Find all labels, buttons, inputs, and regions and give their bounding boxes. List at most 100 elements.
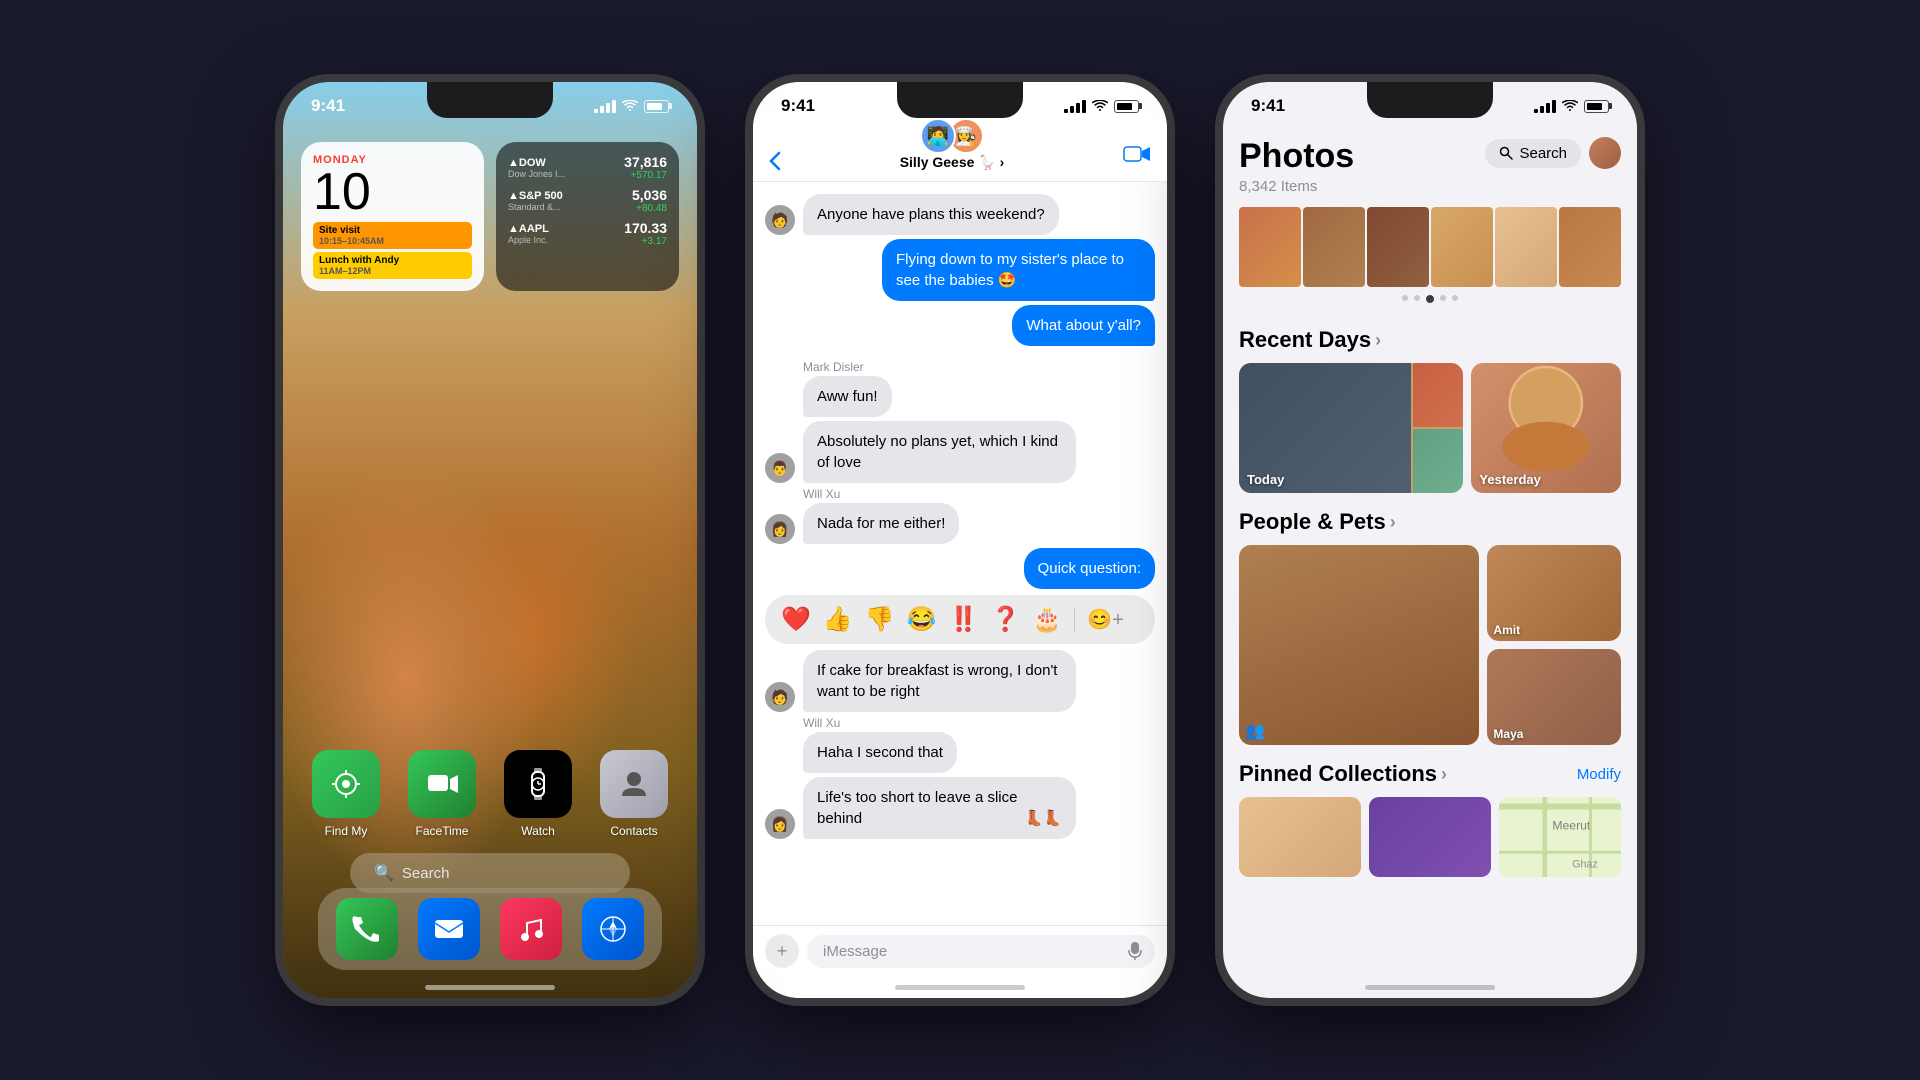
message-bubble: Absolutely no plans yet, which I kind of… bbox=[803, 421, 1076, 483]
calendar-event2: Lunch with Andy 11AM–12PM bbox=[313, 252, 472, 279]
app-contacts[interactable]: Contacts bbox=[600, 750, 668, 838]
page-dot bbox=[1414, 295, 1420, 301]
message-bubble: If cake for breakfast is wrong, I don't … bbox=[803, 650, 1076, 712]
reaction-haha[interactable]: 😂 bbox=[907, 605, 937, 634]
pinned-title[interactable]: Pinned Collections › bbox=[1239, 761, 1447, 787]
status-icons bbox=[594, 100, 669, 113]
pinned-modify-button[interactable]: Modify bbox=[1577, 766, 1621, 783]
pinned-header: Pinned Collections › Modify bbox=[1239, 761, 1621, 787]
sender-avatar: 👩 bbox=[765, 514, 795, 544]
photo-thumb[interactable] bbox=[1431, 207, 1493, 287]
contacts-icon bbox=[600, 750, 668, 818]
message-row: 🧑 If cake for breakfast is wrong, I don'… bbox=[753, 650, 1167, 712]
dock-safari[interactable] bbox=[582, 898, 644, 960]
message-bubble: Flying down to my sister's place to see … bbox=[882, 239, 1155, 301]
reaction-question[interactable]: ❓ bbox=[990, 605, 1020, 634]
person-maya[interactable]: Maya bbox=[1487, 649, 1621, 745]
wifi-icon bbox=[1092, 100, 1108, 112]
search-icon bbox=[1499, 146, 1513, 160]
sender-avatar: 👨 bbox=[765, 453, 795, 483]
findmy-icon bbox=[312, 750, 380, 818]
reaction-exclamation[interactable]: ‼️ bbox=[949, 605, 979, 634]
page-dot-active bbox=[1426, 295, 1434, 303]
message-row: Quick question: bbox=[753, 548, 1167, 589]
home-search[interactable]: 🔍 Search bbox=[283, 853, 697, 893]
message-bubble: Nada for me either! bbox=[803, 503, 959, 544]
app-facetime[interactable]: FaceTime bbox=[408, 750, 476, 838]
pinned-item[interactable] bbox=[1369, 797, 1491, 877]
search-label: Search bbox=[402, 865, 450, 882]
app-watch[interactable]: Watch bbox=[504, 750, 572, 838]
sender-avatar: 👩 bbox=[765, 809, 795, 839]
video-call-button[interactable] bbox=[1123, 145, 1151, 171]
search-pill[interactable]: 🔍 Search bbox=[350, 853, 630, 893]
signal-icon bbox=[594, 100, 616, 113]
home-indicator bbox=[425, 985, 555, 990]
dock-mail[interactable] bbox=[418, 898, 480, 960]
message-bubble: Aww fun! bbox=[803, 376, 892, 417]
recent-day-yesterday[interactable]: Yesterday bbox=[1471, 363, 1621, 493]
photo-thumb[interactable] bbox=[1303, 207, 1365, 287]
message-row: 🧑 Anyone have plans this weekend? bbox=[753, 194, 1167, 235]
dock-music[interactable] bbox=[500, 898, 562, 960]
sender-label: Will Xu bbox=[753, 716, 1167, 732]
avatar-1: 🧑‍💻 bbox=[920, 118, 956, 154]
dock-phone[interactable] bbox=[336, 898, 398, 960]
pinned-item[interactable] bbox=[1239, 797, 1361, 877]
people-main-photo[interactable]: 👥 bbox=[1239, 545, 1479, 745]
recent-days-header: Recent Days › bbox=[1239, 327, 1621, 353]
sender-label: Will Xu bbox=[753, 487, 1167, 503]
reaction-cake[interactable]: 🎂 bbox=[1032, 605, 1062, 634]
yesterday-label: Yesterday bbox=[1479, 472, 1540, 487]
reaction-bar[interactable]: ❤️ 👍 👎 😂 ‼️ ❓ 🎂 😊+ bbox=[765, 595, 1155, 644]
photos-title: Photos bbox=[1239, 137, 1354, 176]
message-row: 👩 Nada for me either! bbox=[753, 503, 1167, 544]
sender-label: Mark Disler bbox=[753, 360, 1167, 376]
messages-header-center[interactable]: 🧑‍💻 👩‍🍳 Silly Geese 🪿 › bbox=[900, 118, 1005, 171]
recent-day-today[interactable]: Today bbox=[1239, 363, 1463, 493]
facetime-icon bbox=[408, 750, 476, 818]
attachment-button[interactable]: + bbox=[765, 934, 799, 968]
pinned-item-map[interactable]: Meerut Ghaz bbox=[1499, 797, 1621, 877]
findmy-label: Find My bbox=[325, 824, 368, 838]
reaction-more[interactable]: 😊+ bbox=[1087, 607, 1124, 632]
person-amit[interactable]: Amit bbox=[1487, 545, 1621, 641]
reaction-heart[interactable]: ❤️ bbox=[781, 605, 811, 634]
section-title-recent-days[interactable]: Recent Days › bbox=[1239, 327, 1381, 353]
home-indicator bbox=[895, 985, 1025, 990]
group-avatars: 🧑‍💻 👩‍🍳 bbox=[920, 118, 984, 154]
profile-avatar[interactable] bbox=[1589, 137, 1621, 169]
app-findmy[interactable]: Find My bbox=[312, 750, 380, 838]
dock bbox=[283, 888, 697, 970]
watch-icon bbox=[504, 750, 572, 818]
stocks-widget[interactable]: ▲DOW Dow Jones I... 37,816 +570.17 bbox=[496, 142, 679, 291]
message-row: 👨 Absolutely no plans yet, which I kind … bbox=[753, 421, 1167, 483]
contacts-label: Contacts bbox=[610, 824, 657, 838]
messages-status-icons bbox=[1064, 100, 1139, 113]
facetime-label: FaceTime bbox=[416, 824, 469, 838]
photo-thumb[interactable] bbox=[1367, 207, 1429, 287]
photos-subtitle: 8,342 Items bbox=[1239, 178, 1621, 195]
photos-header-right: Search bbox=[1485, 137, 1621, 169]
section-title-people[interactable]: People & Pets › bbox=[1239, 509, 1396, 535]
today-side-photo bbox=[1413, 363, 1463, 427]
photo-thumb[interactable] bbox=[1239, 207, 1301, 287]
mic-icon bbox=[1127, 941, 1143, 961]
calendar-widget[interactable]: MONDAY 10 Site visit 10:15–10:45AM Lunch… bbox=[301, 142, 484, 291]
back-button[interactable] bbox=[769, 151, 781, 171]
photos-search-button[interactable]: Search bbox=[1485, 139, 1581, 168]
reaction-thumbsup[interactable]: 👍 bbox=[823, 605, 853, 634]
group-name: Silly Geese 🪿 › bbox=[900, 154, 1005, 171]
battery-icon bbox=[1584, 100, 1609, 113]
watch-label: Watch bbox=[521, 824, 555, 838]
app-row: Find My FaceTime Watch bbox=[283, 750, 697, 838]
wifi-icon bbox=[1562, 100, 1578, 112]
chevron-icon: › bbox=[1441, 764, 1447, 785]
recent-days-grid: Today Yesterday bbox=[1239, 363, 1621, 493]
dock-inner bbox=[318, 888, 662, 970]
reaction-thumbsdown[interactable]: 👎 bbox=[865, 605, 895, 634]
message-input[interactable]: iMessage bbox=[807, 935, 1155, 968]
photo-thumb[interactable] bbox=[1495, 207, 1557, 287]
photo-thumb[interactable] bbox=[1559, 207, 1621, 287]
phone-messages: 9:41 bbox=[745, 74, 1175, 1006]
